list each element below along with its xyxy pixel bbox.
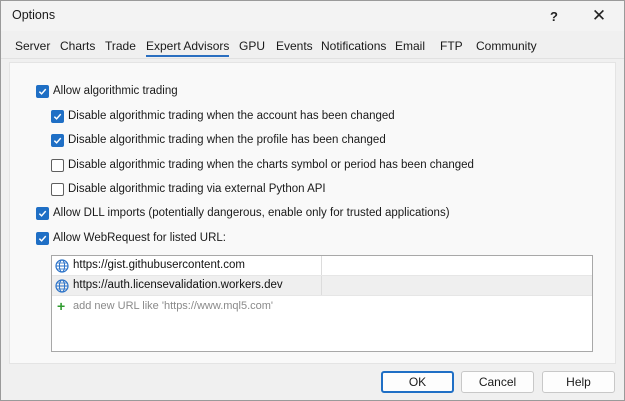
checkbox-checked-icon — [51, 133, 64, 147]
tab-email[interactable]: Email — [395, 39, 425, 53]
help-icon[interactable]: ? — [532, 1, 576, 31]
checkbox-label: Disable algorithmic trading when the acc… — [68, 110, 395, 122]
checkbox-label: Allow DLL imports (potentially dangerous… — [53, 207, 450, 219]
checkbox-checked-icon — [51, 109, 64, 123]
cancel-button[interactable]: Cancel — [461, 371, 534, 393]
title-bar: Options ? ✕ — [1, 1, 624, 31]
tab-ftp[interactable]: FTP — [440, 39, 463, 53]
url-list-item-selected[interactable]: https://auth.licensevalidation.workers.d… — [52, 276, 592, 296]
add-url-row[interactable]: + add new URL like 'https://www.mql5.com… — [52, 296, 592, 316]
tab-events[interactable]: Events — [276, 39, 313, 53]
disable-on-symbol-period-change-checkbox[interactable]: Disable algorithmic trading when the cha… — [51, 157, 474, 173]
plus-icon: + — [57, 298, 66, 314]
allow-webrequest-checkbox[interactable]: Allow WebRequest for listed URL: — [36, 230, 226, 246]
tab-gpu[interactable]: GPU — [239, 39, 265, 53]
disable-on-profile-change-checkbox[interactable]: Disable algorithmic trading when the pro… — [51, 132, 386, 148]
checkbox-label: Allow algorithmic trading — [53, 85, 178, 97]
checkbox-checked-icon — [36, 206, 49, 220]
column-divider — [321, 256, 322, 276]
checkbox-unchecked-icon — [51, 182, 64, 196]
checkbox-label: Allow WebRequest for listed URL: — [53, 232, 226, 244]
ok-button[interactable]: OK — [381, 371, 454, 393]
allow-algo-trading-checkbox[interactable]: Allow algorithmic trading — [36, 83, 178, 99]
disable-via-python-api-checkbox[interactable]: Disable algorithmic trading via external… — [51, 181, 326, 197]
add-url-placeholder: add new URL like 'https://www.mql5.com' — [73, 300, 274, 312]
url-text: https://gist.githubusercontent.com — [73, 259, 245, 271]
close-icon[interactable]: ✕ — [577, 1, 621, 31]
globe-icon — [55, 279, 69, 293]
checkbox-checked-icon — [36, 231, 49, 245]
checkbox-label: Disable algorithmic trading when the cha… — [68, 159, 474, 171]
tab-expert-advisors[interactable]: Expert Advisors — [146, 39, 230, 57]
tab-strip: Server Charts Trade Expert Advisors GPU … — [1, 35, 624, 59]
checkbox-label: Disable algorithmic trading when the pro… — [68, 134, 386, 146]
tab-charts[interactable]: Charts — [60, 39, 95, 53]
tab-server[interactable]: Server — [15, 39, 50, 53]
url-list-item[interactable]: https://gist.githubusercontent.com — [52, 256, 592, 276]
checkbox-checked-icon — [36, 84, 49, 98]
globe-icon — [55, 259, 69, 273]
disable-on-account-change-checkbox[interactable]: Disable algorithmic trading when the acc… — [51, 108, 395, 124]
tab-notifications[interactable]: Notifications — [321, 39, 386, 53]
checkbox-label: Disable algorithmic trading via external… — [68, 183, 326, 195]
options-dialog: Options ? ✕ Server Charts Trade Expert A… — [0, 0, 625, 401]
tab-trade[interactable]: Trade — [105, 39, 136, 53]
help-button[interactable]: Help — [542, 371, 615, 393]
webrequest-url-list[interactable]: https://gist.githubusercontent.com https… — [51, 255, 593, 352]
allow-dll-imports-checkbox[interactable]: Allow DLL imports (potentially dangerous… — [36, 205, 450, 221]
tab-community[interactable]: Community — [476, 39, 537, 53]
column-divider — [321, 276, 322, 296]
window-title: Options — [12, 8, 56, 22]
checkbox-unchecked-icon — [51, 158, 64, 172]
url-text: https://auth.licensevalidation.workers.d… — [73, 279, 283, 291]
